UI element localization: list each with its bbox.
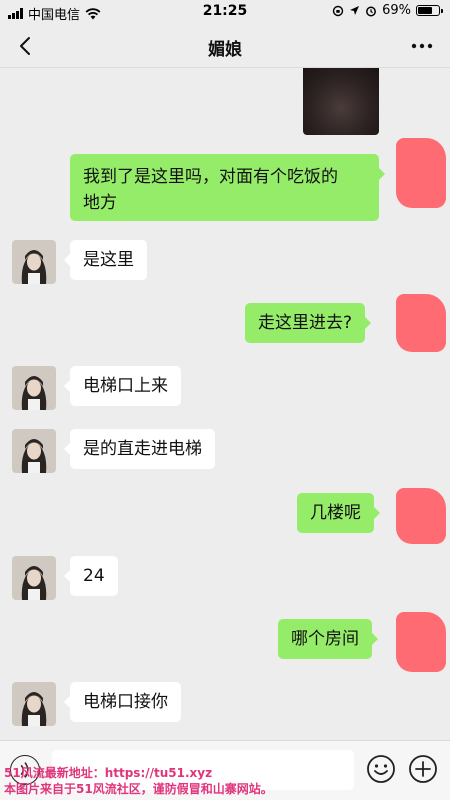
chat-title: 媚娘 bbox=[208, 40, 242, 60]
image-message[interactable] bbox=[303, 68, 379, 135]
message-bubble-incoming[interactable]: 电梯口接你 bbox=[64, 682, 181, 722]
message-bubble-incoming[interactable]: 是的直走进电梯 bbox=[64, 429, 215, 469]
redacted-avatar bbox=[396, 138, 446, 208]
chat-area[interactable]: 我到了是这里吗，对面有个吃饭的 地方 是这里 走这里进去? 电梯口上来 是的直走… bbox=[0, 68, 450, 740]
status-bar: 中国电信 21:25 69% bbox=[0, 0, 450, 24]
watermark-line-1: 51风流最新地址：https://tu51.xyz bbox=[4, 766, 213, 780]
message-bubble-incoming[interactable]: 24 bbox=[64, 556, 118, 596]
watermark: 51风流最新地址：https://tu51.xyz 本图片来自于51风流社区，谨… bbox=[4, 765, 424, 797]
redacted-avatar bbox=[396, 294, 446, 352]
battery-percent: 69% bbox=[382, 3, 411, 18]
redacted-avatar bbox=[396, 488, 446, 544]
message-bubble-outgoing[interactable]: 哪个房间 bbox=[278, 619, 378, 659]
message-bubble-outgoing[interactable]: 走这里进去? bbox=[245, 303, 372, 343]
message-bubble-incoming[interactable]: 是这里 bbox=[64, 240, 147, 280]
avatar[interactable] bbox=[12, 240, 56, 284]
battery-fill bbox=[418, 7, 432, 14]
rotation-lock-icon bbox=[332, 5, 344, 16]
avatar[interactable] bbox=[12, 366, 56, 410]
status-right: 69% bbox=[332, 3, 443, 18]
avatar[interactable] bbox=[12, 682, 56, 726]
nav-bar: 媚娘 bbox=[0, 24, 450, 68]
message-bubble-outgoing[interactable]: 几楼呢 bbox=[297, 493, 380, 533]
battery-icon bbox=[416, 5, 443, 16]
avatar[interactable] bbox=[12, 429, 56, 473]
watermark-line-2: 本图片来自于51风流社区，谨防假冒和山寨网站。 bbox=[4, 782, 273, 796]
message-bubble-incoming[interactable]: 电梯口上来 bbox=[64, 366, 181, 406]
alarm-icon bbox=[366, 6, 377, 16]
redacted-avatar bbox=[396, 612, 446, 672]
avatar[interactable] bbox=[12, 556, 56, 600]
location-icon bbox=[350, 6, 360, 15]
message-bubble-outgoing[interactable]: 我到了是这里吗，对面有个吃饭的 地方 bbox=[70, 154, 385, 221]
more-dots-icon[interactable] bbox=[406, 32, 438, 60]
